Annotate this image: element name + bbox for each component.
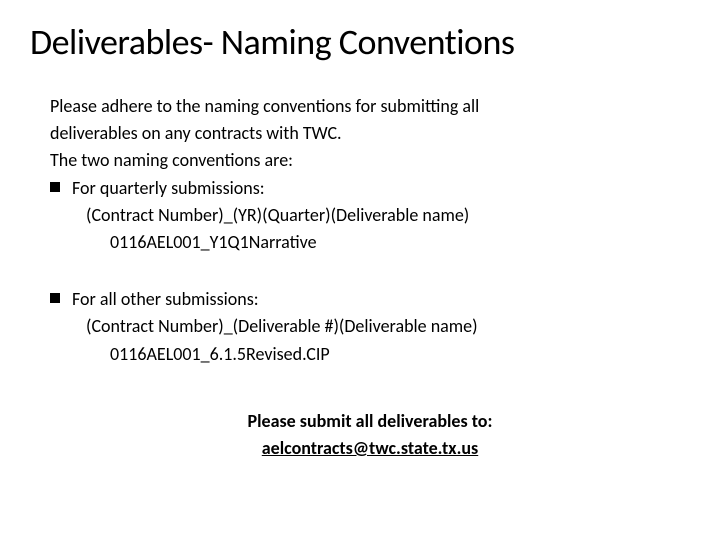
footer-block: Please submit all deliverables to: aelco…: [50, 409, 690, 461]
content-body: Please adhere to the naming conventions …: [30, 94, 690, 461]
square-bullet-icon: [50, 293, 60, 303]
bullet-label-other: For all other submissions:: [72, 287, 690, 312]
bullet-item-quarterly: For quarterly submissions:: [50, 176, 690, 201]
example-other: 0116AEL001_6.1.5Revised.CIP: [50, 342, 690, 367]
footer-prompt: Please submit all deliverables to:: [150, 409, 590, 434]
footer-email: aelcontracts@twc.state.tx.us: [150, 436, 590, 461]
bullet-section-1: For quarterly submissions: (Contract Num…: [50, 176, 690, 256]
bullet-item-other: For all other submissions:: [50, 287, 690, 312]
example-quarterly: 0116AEL001_Y1Q1Narrative: [50, 230, 690, 255]
bullet-label-quarterly: For quarterly submissions:: [72, 176, 690, 201]
pattern-quarterly: (Contract Number)_(YR)(Quarter)(Delivera…: [50, 203, 690, 228]
intro-line-2: deliverables on any contracts with TWC.: [50, 121, 690, 146]
bullet-section-2: For all other submissions: (Contract Num…: [50, 287, 690, 367]
intro-line-1: Please adhere to the naming conventions …: [50, 94, 690, 119]
pattern-other: (Contract Number)_(Deliverable #)(Delive…: [50, 314, 690, 339]
email-link[interactable]: aelcontracts@twc.state.tx.us: [262, 437, 478, 459]
square-bullet-icon: [50, 182, 60, 192]
intro-line-3: The two naming conventions are:: [50, 148, 690, 173]
page-title: Deliverables- Naming Conventions: [30, 20, 690, 64]
